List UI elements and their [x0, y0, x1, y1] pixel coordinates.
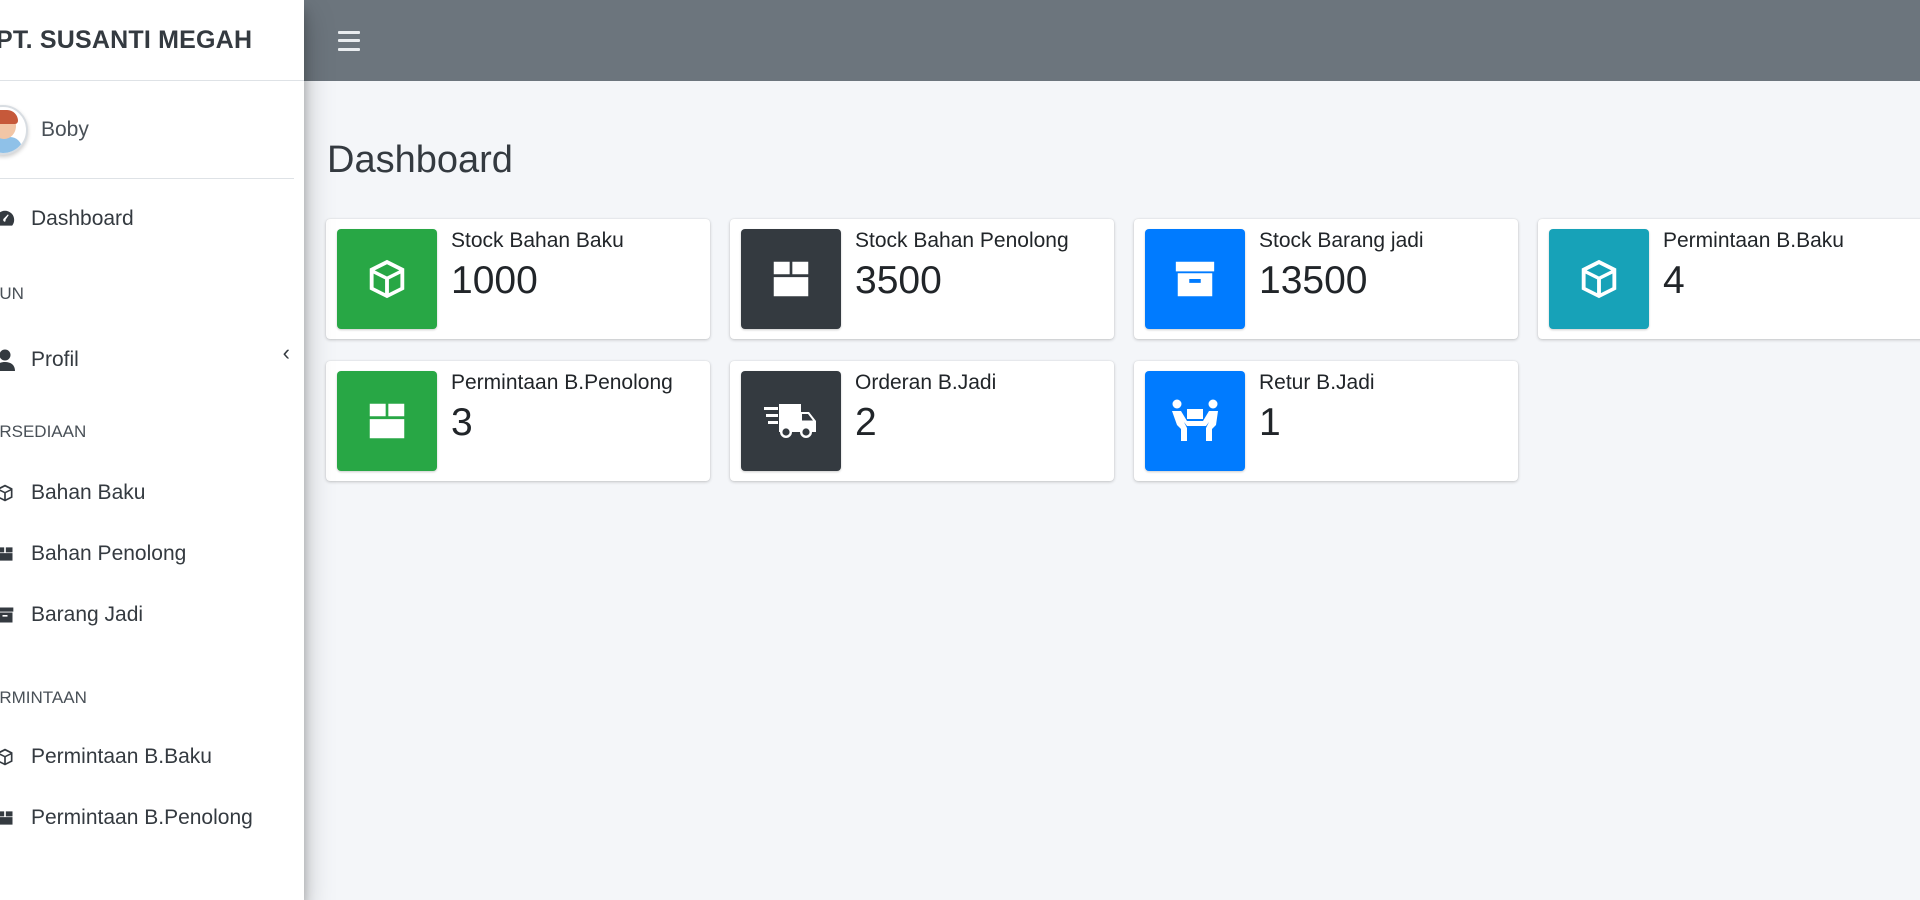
info-box-label: Stock Bahan Penolong: [855, 229, 1069, 252]
info-box-stock-bahan-baku[interactable]: Stock Bahan Baku 1000: [326, 219, 710, 339]
info-box-number: 3500: [855, 259, 942, 302]
box-icon: [337, 371, 437, 471]
info-box-number: 13500: [1259, 259, 1368, 302]
info-box-stock-bahan-penolong[interactable]: Stock Bahan Penolong 3500: [730, 219, 1114, 339]
sidebar-item-label: Permintaan B.Baku: [31, 744, 212, 768]
info-box-number: 2: [855, 401, 877, 444]
nav-header-akun: KUN: [0, 284, 24, 303]
sidebar-item-label: Dashboard: [31, 207, 134, 230]
cube-icon: [1549, 229, 1649, 329]
sidebar-item-bahan-baku[interactable]: Bahan Baku: [0, 462, 304, 523]
box-icon: [0, 543, 16, 565]
sidebar-item-label: Bahan Penolong: [31, 541, 187, 565]
sidebar-item-label: Barang Jadi: [31, 602, 144, 626]
sidebar-item-label: Permintaan B.Penolong: [31, 805, 253, 829]
info-box-permintaan-b-baku[interactable]: Permintaan B.Baku 4: [1538, 219, 1920, 339]
cube-icon: [337, 229, 437, 329]
user-name: Boby: [41, 117, 89, 141]
sidebar-item-profil[interactable]: Profil ‹: [0, 320, 304, 400]
brand-title: PT. SUSANTI MEGAH: [0, 25, 253, 54]
info-box-label: Stock Barang jadi: [1259, 229, 1424, 252]
info-box-number: 3: [451, 401, 473, 444]
info-box-number: 4: [1663, 259, 1685, 302]
sidebar-item-label: Profil: [31, 348, 79, 371]
info-box-number: 1000: [451, 259, 538, 302]
nav-header-persediaan: ERSEDIAAN: [0, 422, 87, 441]
user-icon: [0, 349, 16, 371]
sidebar-item-dashboard[interactable]: Dashboard: [0, 179, 304, 259]
info-box-retur-b-jadi[interactable]: Retur B.Jadi 1: [1134, 361, 1518, 481]
top-navbar: [304, 0, 1920, 81]
sidebar-nav: Dashboard KUN Profil ‹ ERSEDIAAN Bahan B…: [0, 179, 304, 848]
info-box-permintaan-b-penolong[interactable]: Permintaan B.Penolong 3: [326, 361, 710, 481]
user-panel[interactable]: Boby: [0, 81, 294, 179]
page-title: Dashboard: [327, 139, 513, 181]
box-icon: [741, 229, 841, 329]
info-box-label: Stock Bahan Baku: [451, 229, 624, 252]
info-box-label: Orderan B.Jadi: [855, 371, 997, 394]
dashboard-gauge-icon: [0, 208, 16, 230]
box-icon: [0, 807, 16, 829]
nav-header-permintaan: ERMINTAAN: [0, 688, 87, 707]
sidebar-item-label: Bahan Baku: [31, 480, 146, 504]
archive-icon: [1145, 229, 1245, 329]
cube-icon: [0, 482, 16, 504]
sidebar: PT. SUSANTI MEGAH Boby Dashboard KUN Pro…: [0, 0, 304, 900]
people-carry-icon: [1145, 371, 1245, 471]
brand-link[interactable]: PT. SUSANTI MEGAH: [0, 0, 304, 81]
chevron-left-icon[interactable]: ‹: [283, 340, 290, 366]
cube-icon: [0, 746, 16, 768]
archive-icon: [0, 604, 16, 626]
info-box-orderan-b-jadi[interactable]: Orderan B.Jadi 2: [730, 361, 1114, 481]
avatar: [0, 104, 28, 155]
hamburger-icon[interactable]: [338, 30, 360, 51]
sidebar-item-permintaan-baku[interactable]: Permintaan B.Baku: [0, 726, 304, 787]
sidebar-item-barang-jadi[interactable]: Barang Jadi: [0, 584, 304, 645]
shipping-fast-icon: [741, 371, 841, 471]
sidebar-item-bahan-penolong[interactable]: Bahan Penolong: [0, 523, 304, 584]
info-box-label: Retur B.Jadi: [1259, 371, 1375, 394]
main-content: Dashboard Stock Bahan Baku 1000 Stock Ba…: [304, 81, 1920, 900]
sidebar-item-permintaan-penolong[interactable]: Permintaan B.Penolong: [0, 787, 304, 848]
info-box-number: 1: [1259, 401, 1281, 444]
info-box-label: Permintaan B.Penolong: [451, 371, 673, 394]
info-box-label: Permintaan B.Baku: [1663, 229, 1844, 252]
info-box-stock-barang-jadi[interactable]: Stock Barang jadi 13500: [1134, 219, 1518, 339]
